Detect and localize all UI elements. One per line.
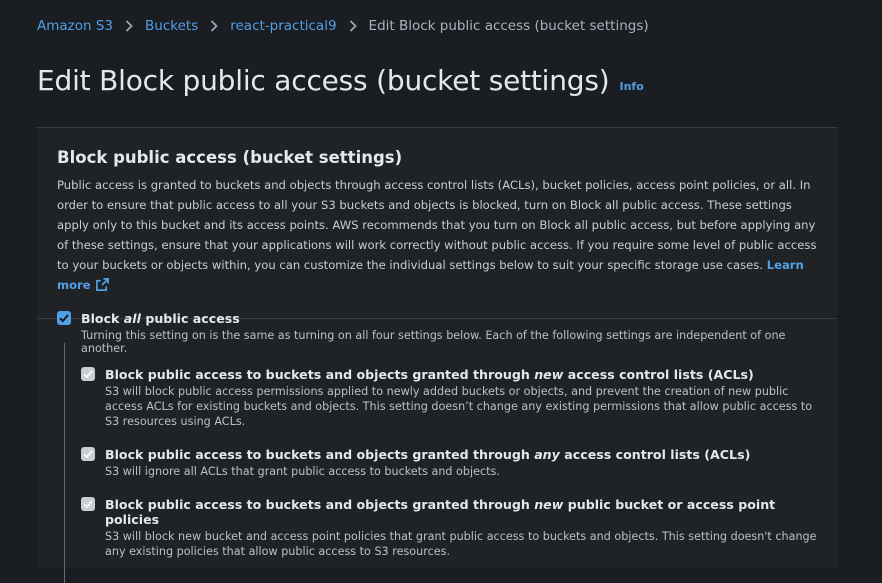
any-acls-checkbox[interactable]	[81, 447, 95, 461]
block-all-checkbox[interactable]	[57, 311, 71, 325]
panel-description: Public access is granted to buckets and …	[57, 175, 817, 298]
page-title: Edit Block public access (bucket setting…	[37, 64, 610, 97]
option-new-policies: Block public access to buckets and objec…	[81, 497, 821, 559]
info-link[interactable]: Info	[620, 80, 644, 93]
breadcrumb-link-amazon-s3[interactable]: Amazon S3	[37, 18, 113, 34]
tree-connector	[64, 343, 65, 583]
block-public-access-panel: Block public access (bucket settings) Pu…	[37, 127, 837, 583]
checkmark-icon	[83, 500, 93, 509]
new-acls-checkbox[interactable]	[81, 367, 95, 381]
chevron-right-icon	[125, 20, 133, 32]
breadcrumb: Amazon S3 Buckets react-practical9 Edit …	[37, 18, 649, 34]
breadcrumb-link-bucket[interactable]: react-practical9	[230, 18, 336, 34]
chevron-right-icon	[349, 20, 357, 32]
checkmark-icon	[83, 450, 93, 459]
block-all-description: Turning this setting on is the same as t…	[81, 329, 786, 355]
panel-description-text: Public access is granted to buckets and …	[57, 178, 817, 272]
block-all-option: Block all public access Turning this set…	[57, 311, 827, 355]
new-policies-checkbox[interactable]	[81, 497, 95, 511]
panel-title: Block public access (bucket settings)	[57, 148, 403, 167]
external-link-icon	[95, 277, 110, 298]
checkmark-icon	[59, 314, 69, 323]
new-acls-label: Block public access to buckets and objec…	[105, 367, 754, 382]
breadcrumb-current: Edit Block public access (bucket setting…	[368, 18, 649, 34]
option-any-acls: Block public access to buckets and objec…	[81, 447, 821, 479]
any-acls-label: Block public access to buckets and objec…	[105, 447, 751, 462]
new-policies-label: Block public access to buckets and objec…	[105, 497, 776, 527]
panel-header: Block public access (bucket settings) Pu…	[37, 128, 837, 319]
any-acls-description: S3 will ignore all ACLs that grant publi…	[105, 465, 500, 478]
option-new-acls: Block public access to buckets and objec…	[81, 367, 821, 429]
block-all-label: Block all public access	[81, 311, 240, 326]
new-acls-description: S3 will block public access permissions …	[105, 385, 813, 428]
checkmark-icon	[83, 370, 93, 379]
breadcrumb-link-buckets[interactable]: Buckets	[145, 18, 198, 34]
chevron-right-icon	[210, 20, 219, 32]
new-policies-description: S3 will block new bucket and access poin…	[105, 530, 817, 558]
page-header: Edit Block public access (bucket setting…	[37, 64, 644, 97]
